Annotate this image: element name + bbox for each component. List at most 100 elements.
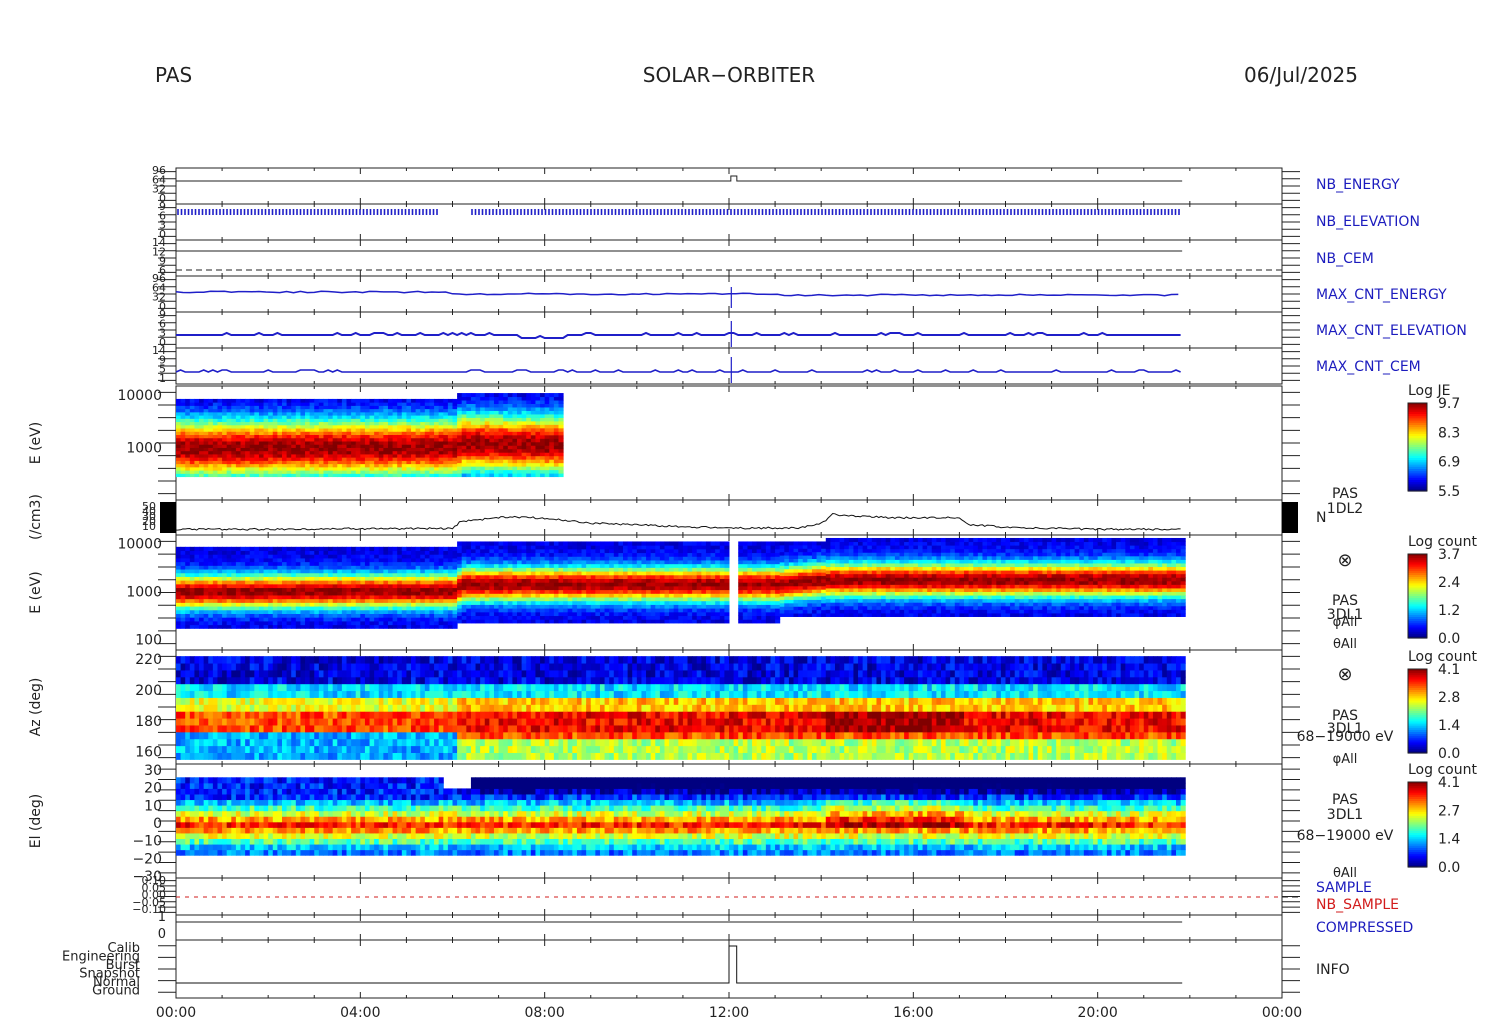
energy-cell (429, 587, 435, 592)
je-cell (540, 434, 546, 439)
energy-cell (364, 550, 371, 555)
energy-cell (387, 580, 394, 585)
energy-cell (406, 609, 412, 614)
je-cell (337, 434, 343, 439)
energy-cell (466, 563, 472, 568)
energy-cell (272, 598, 278, 603)
energy-cell (457, 552, 463, 557)
je-cell (295, 418, 301, 423)
je-cell (268, 473, 274, 478)
energy-cell (521, 552, 527, 557)
je-cell (291, 453, 297, 458)
energy-cell (590, 548, 596, 554)
je-cell (176, 447, 182, 452)
je-cell (240, 440, 246, 445)
je-cell (332, 411, 338, 416)
je-cell (245, 473, 251, 478)
je-cell (558, 473, 564, 478)
energy-cell (475, 571, 481, 576)
je-cell (199, 428, 205, 432)
energy-cell (558, 563, 564, 568)
energy-cell (351, 569, 357, 574)
je-cell (498, 448, 504, 453)
je-cell (360, 437, 366, 442)
energy-cell (434, 624, 440, 629)
energy-cell (526, 552, 532, 557)
energy-cell (291, 617, 297, 622)
energy-cell (305, 624, 311, 629)
je-cell (314, 473, 320, 478)
energy-cell (245, 554, 251, 559)
energy-cell (434, 594, 440, 600)
je-cell (231, 444, 237, 448)
energy-cell (369, 587, 375, 592)
energy-cell (281, 546, 288, 552)
energy-cell (599, 585, 606, 591)
energy-cell (420, 609, 426, 614)
energy-cell (420, 580, 426, 585)
energy-cell (355, 557, 361, 563)
je-cell (420, 402, 426, 406)
je-cell (314, 447, 320, 452)
je-cell (305, 408, 311, 413)
je-cell (397, 473, 403, 478)
je-cell (360, 421, 366, 426)
je-cell (387, 405, 394, 410)
je-cell (387, 466, 394, 471)
energy-cell (203, 602, 209, 607)
je-cell (245, 398, 251, 403)
je-cell (447, 466, 453, 471)
energy-cell (360, 587, 366, 592)
energy-cell (286, 620, 292, 626)
energy-cell (567, 574, 573, 579)
je-cell (512, 452, 518, 457)
je-cell (475, 445, 481, 450)
je-cell (268, 447, 274, 452)
energy-cell (581, 567, 587, 572)
energy-cell (401, 561, 407, 566)
nb_cem-label: NB_CEM (1316, 251, 1374, 267)
je-cell (272, 440, 278, 445)
je-cell (383, 440, 389, 445)
je-cell (305, 466, 311, 471)
je-cell (424, 444, 430, 448)
energy-cell (470, 600, 477, 605)
je-cell (383, 434, 389, 439)
energy-cell (374, 587, 380, 592)
je-cell (208, 428, 214, 432)
je-cell (295, 428, 301, 432)
energy-cell (480, 578, 486, 583)
je-cell (387, 470, 394, 474)
energy-cell (406, 598, 412, 603)
je-cell (434, 408, 440, 413)
je-cell (263, 440, 269, 445)
je-cell (526, 469, 532, 474)
energy-cell (318, 617, 324, 622)
energy-cell (226, 583, 232, 589)
je-cell (240, 398, 246, 403)
je-cell (461, 406, 467, 411)
je-cell (272, 402, 278, 406)
energy-cell (337, 620, 343, 626)
energy-cell (258, 613, 265, 618)
je-cell (258, 424, 265, 429)
energy-cell (309, 587, 315, 592)
energy-cell (305, 609, 311, 614)
je-cell (493, 438, 500, 443)
je-cell (415, 460, 421, 465)
je-cell (549, 469, 555, 474)
je-cell (300, 398, 306, 403)
je-cell (424, 440, 430, 445)
je-cell (295, 405, 301, 410)
energy-cell (360, 572, 366, 577)
je-cell (447, 402, 453, 406)
energy-cell (217, 557, 223, 563)
je-cell (226, 453, 232, 458)
energy-cell (268, 557, 274, 563)
je-cell (498, 410, 504, 415)
energy-cell (281, 583, 288, 589)
je-cell (305, 411, 311, 416)
je-cell (291, 405, 297, 410)
je-cell (489, 434, 495, 439)
je-cell (281, 398, 288, 403)
